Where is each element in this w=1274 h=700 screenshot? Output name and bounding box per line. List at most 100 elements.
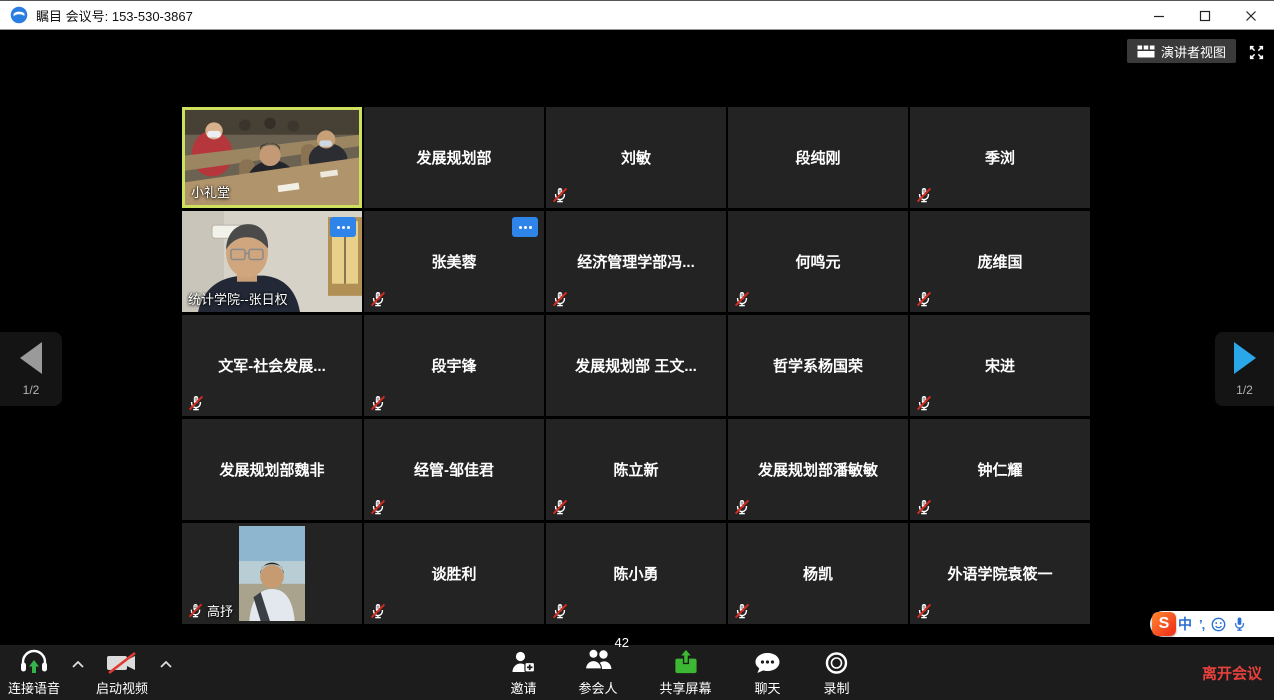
participant-tile[interactable]: 陈立新 bbox=[546, 419, 726, 520]
mic-muted-icon bbox=[188, 395, 204, 411]
mic-muted-icon bbox=[734, 291, 750, 307]
participant-tile[interactable]: 宋进 bbox=[910, 315, 1090, 416]
speaker-view-button[interactable]: 演讲者视图 bbox=[1127, 39, 1236, 63]
sogou-logo-icon[interactable]: S bbox=[1152, 612, 1176, 636]
connect-audio-button[interactable]: 连接语音 bbox=[8, 649, 60, 697]
participant-tile[interactable]: 杨凯 bbox=[728, 523, 908, 624]
participant-name: 文军-社会发展... bbox=[182, 315, 362, 416]
participant-name: 统计学院--张日权 bbox=[188, 289, 288, 308]
start-video-button[interactable]: 启动视频 bbox=[96, 651, 148, 697]
participant-name: 小礼堂 bbox=[191, 182, 230, 201]
participant-tile[interactable]: 外语学院袁筱一 bbox=[910, 523, 1090, 624]
participants-icon bbox=[583, 647, 613, 672]
participant-name-label: 统计学院--张日权 bbox=[188, 289, 288, 308]
previous-page-button[interactable]: 1/2 bbox=[0, 332, 62, 406]
speaker-view-icon bbox=[1137, 45, 1155, 58]
fullscreen-button[interactable] bbox=[1246, 43, 1266, 61]
participant-tile[interactable]: 发展规划部 bbox=[364, 107, 544, 208]
participant-tile[interactable]: 发展规划部潘敏敏 bbox=[728, 419, 908, 520]
participant-tile[interactable]: 经济管理学部冯... bbox=[546, 211, 726, 312]
participant-tile[interactable]: 陈小勇 bbox=[546, 523, 726, 624]
participant-name: 发展规划部潘敏敏 bbox=[728, 419, 908, 520]
share-screen-button[interactable]: 共享屏幕 bbox=[660, 648, 712, 697]
ime-mode-toggle[interactable]: 中 bbox=[1178, 614, 1192, 634]
participant-name: 陈立新 bbox=[546, 419, 726, 520]
participant-tile[interactable]: 何鸣元 bbox=[728, 211, 908, 312]
mic-muted-icon bbox=[370, 395, 386, 411]
speaker-view-label: 演讲者视图 bbox=[1161, 42, 1226, 61]
page-indicator: 1/2 bbox=[1236, 383, 1253, 397]
mic-muted-icon bbox=[370, 291, 386, 307]
window-minimize-button[interactable] bbox=[1136, 1, 1182, 30]
window-close-button[interactable] bbox=[1228, 1, 1274, 30]
tile-menu-button[interactable] bbox=[330, 217, 356, 237]
mic-muted-icon bbox=[552, 187, 568, 203]
participant-name: 发展规划部魏非 bbox=[182, 419, 362, 520]
participant-tile[interactable]: 季浏 bbox=[910, 107, 1090, 208]
participants-count-badge: 42 bbox=[615, 635, 629, 650]
participant-tile[interactable]: 高抒 bbox=[182, 523, 362, 624]
mic-muted-icon bbox=[916, 603, 932, 619]
participant-tile[interactable]: 庞维国 bbox=[910, 211, 1090, 312]
participant-tile[interactable]: 发展规划部 王文... bbox=[546, 315, 726, 416]
participant-tile[interactable]: 张美蓉 bbox=[364, 211, 544, 312]
participant-name: 何鸣元 bbox=[728, 211, 908, 312]
mic-muted-icon bbox=[916, 291, 932, 307]
share-screen-icon bbox=[672, 648, 699, 675]
ime-punctuation-toggle[interactable]: ’, bbox=[1199, 617, 1204, 632]
mic-muted-icon bbox=[916, 499, 932, 515]
chevron-up-icon bbox=[72, 661, 84, 668]
participant-name: 刘敏 bbox=[546, 107, 726, 208]
next-page-arrow-icon bbox=[1234, 342, 1256, 374]
participant-tile[interactable]: 文军-社会发展... bbox=[182, 315, 362, 416]
meeting-toolbar: 连接语音 启动视频 bbox=[0, 645, 1274, 700]
participant-name-label: 小礼堂 bbox=[191, 182, 230, 201]
participant-name: 陈小勇 bbox=[546, 523, 726, 624]
close-icon bbox=[1245, 10, 1257, 22]
participant-tile[interactable]: 发展规划部魏非 bbox=[182, 419, 362, 520]
zhumu-logo-icon bbox=[10, 6, 28, 24]
headphones-icon bbox=[19, 649, 49, 675]
participant-tile[interactable]: 段纯刚 bbox=[728, 107, 908, 208]
invite-button[interactable]: 邀请 bbox=[510, 650, 536, 697]
smiley-icon bbox=[1211, 617, 1226, 632]
ime-toolbar: S 中 ’, bbox=[1150, 611, 1274, 637]
participants-label: 参会人 bbox=[578, 678, 617, 697]
participant-tile[interactable]: 小礼堂 bbox=[182, 107, 362, 208]
mic-muted-icon bbox=[552, 291, 568, 307]
participant-name: 哲学系杨国荣 bbox=[728, 315, 908, 416]
chevron-up-icon bbox=[160, 661, 172, 668]
participant-name: 钟仁耀 bbox=[910, 419, 1090, 520]
next-page-button[interactable]: 1/2 bbox=[1215, 332, 1274, 406]
participant-name: 外语学院袁筱一 bbox=[910, 523, 1090, 624]
mic-muted-icon bbox=[734, 603, 750, 619]
participant-name: 段宇锋 bbox=[364, 315, 544, 416]
participant-tile[interactable]: 哲学系杨国荣 bbox=[728, 315, 908, 416]
participant-name: 杨凯 bbox=[728, 523, 908, 624]
audio-options-chevron[interactable] bbox=[70, 653, 86, 675]
video-options-chevron[interactable] bbox=[158, 653, 174, 675]
share-screen-label: 共享屏幕 bbox=[660, 678, 712, 697]
meeting-window: 瞩目 会议号: 153-530-3867 演讲者视图 bbox=[0, 0, 1274, 700]
chat-button[interactable]: 聊天 bbox=[754, 651, 782, 697]
participant-tile[interactable]: 段宇锋 bbox=[364, 315, 544, 416]
participant-name: 发展规划部 bbox=[364, 107, 544, 208]
connect-audio-label: 连接语音 bbox=[8, 678, 60, 697]
tile-menu-button[interactable] bbox=[512, 217, 538, 237]
chat-label: 聊天 bbox=[755, 678, 781, 697]
participant-tile[interactable]: 统计学院--张日权 bbox=[182, 211, 362, 312]
participant-name: 经济管理学部冯... bbox=[546, 211, 726, 312]
participant-tile[interactable]: 钟仁耀 bbox=[910, 419, 1090, 520]
ime-emoji-button[interactable] bbox=[1211, 617, 1226, 632]
leave-meeting-button[interactable]: 离开会议 bbox=[1202, 662, 1262, 683]
ime-voice-button[interactable] bbox=[1233, 616, 1246, 632]
participant-tile[interactable]: 谈胜利 bbox=[364, 523, 544, 624]
window-maximize-button[interactable] bbox=[1182, 1, 1228, 30]
participant-tile[interactable]: 刘敏 bbox=[546, 107, 726, 208]
participant-name: 发展规划部 王文... bbox=[546, 315, 726, 416]
record-button[interactable]: 录制 bbox=[824, 651, 850, 697]
participant-tile[interactable]: 经管-邹佳君 bbox=[364, 419, 544, 520]
participants-button[interactable]: 42 参会人 bbox=[578, 647, 617, 697]
ime-mic-icon bbox=[1233, 616, 1246, 632]
maximize-icon bbox=[1199, 10, 1211, 22]
